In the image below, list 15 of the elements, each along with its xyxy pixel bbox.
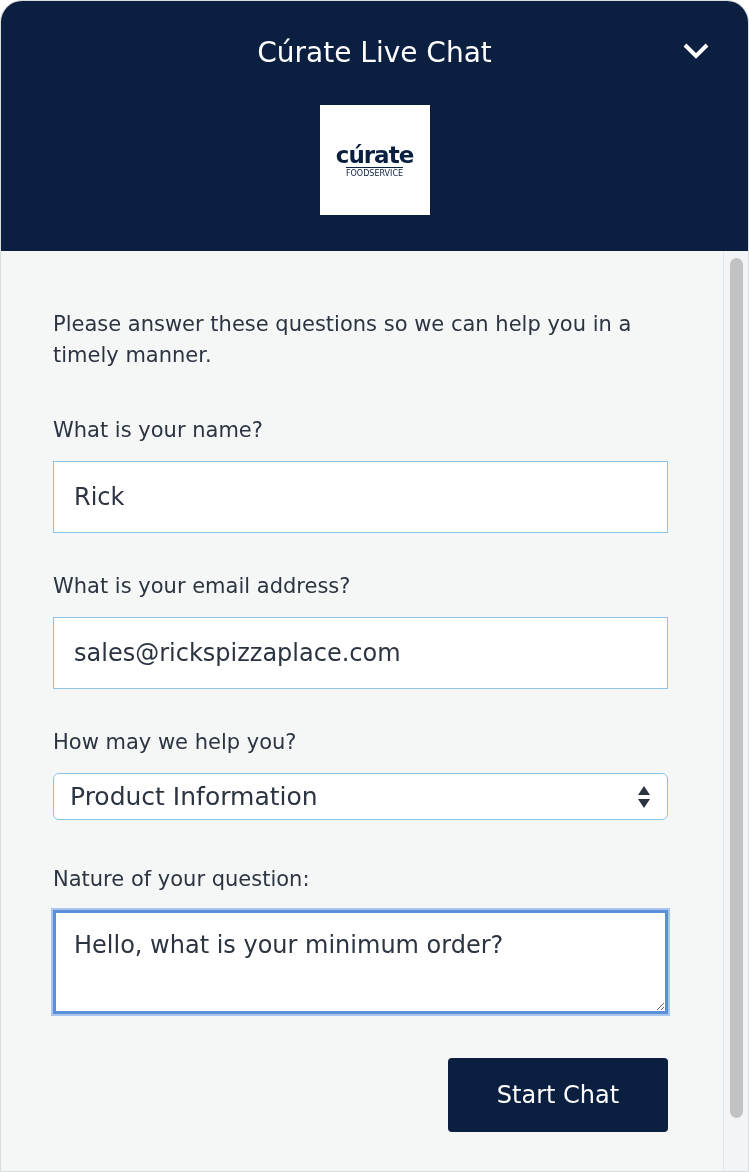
field-label: Nature of your question: [53,866,311,893]
message-field[interactable]: Hello, what is your minimum order? [53,910,668,1014]
field-label: What is your email address? [53,573,352,600]
field-label: What is your name? [53,417,264,444]
input-field[interactable]: sales@rickspizzaplace.com [53,617,668,689]
start-chat-button[interactable]: Start Chat [448,1058,668,1132]
window-title: Cúrate Live Chat [257,35,492,71]
chevron-down-icon[interactable] [682,41,710,61]
logo-wordmark: cúrate [335,142,414,167]
scrollbar-thumb[interactable] [729,258,743,1118]
field-label: How may we help you? [53,729,298,756]
dropdown[interactable]: Product Information [53,773,668,820]
input-field[interactable]: Rick [53,461,668,533]
intro-text: Please answer these questions so we can help you in a timely manner. [53,311,633,369]
logo-tagline: FOODSERVICE [345,166,404,178]
